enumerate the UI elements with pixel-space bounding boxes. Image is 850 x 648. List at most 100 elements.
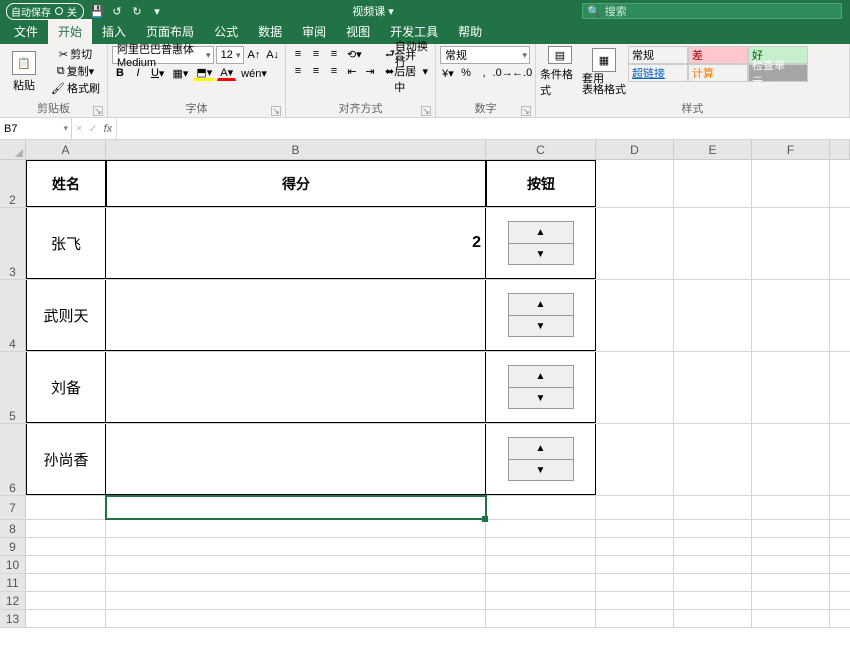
spin-control[interactable]: ▲▼	[508, 293, 574, 337]
cell[interactable]	[752, 520, 830, 537]
col-header[interactable]: B	[106, 140, 486, 159]
menu-tab-帮助[interactable]: 帮助	[448, 19, 492, 44]
cell[interactable]	[752, 352, 830, 423]
cell[interactable]	[752, 424, 830, 495]
col-header[interactable]: A	[26, 140, 106, 159]
cell[interactable]	[674, 538, 752, 555]
cell[interactable]	[674, 280, 752, 351]
font-size-combo[interactable]: 12	[216, 46, 244, 64]
selected-cell[interactable]	[106, 496, 486, 519]
percent-button[interactable]: %	[458, 65, 474, 81]
search-box[interactable]: 🔍 搜索	[582, 3, 842, 19]
decrease-font-button[interactable]: A↓	[264, 47, 281, 63]
cell[interactable]	[674, 424, 752, 495]
worksheet-grid[interactable]: A B C D E F 2 姓名 得分 按钮 3张飞2▲▼4武则天▲▼5刘备▲▼…	[0, 140, 850, 648]
cell[interactable]	[26, 574, 106, 591]
row-header[interactable]: 4	[0, 280, 26, 351]
fx-icon[interactable]: fx	[104, 123, 113, 135]
font-name-combo[interactable]: 阿里巴巴普惠体 Medium	[112, 46, 214, 64]
cell[interactable]	[26, 538, 106, 555]
cell[interactable]	[596, 424, 674, 495]
cell[interactable]	[26, 592, 106, 609]
cell[interactable]	[674, 208, 752, 279]
cell[interactable]	[486, 556, 596, 573]
cell[interactable]	[596, 496, 674, 519]
dialog-launcher-icon[interactable]: ↘	[521, 106, 531, 116]
cell[interactable]	[486, 496, 596, 519]
cell-score[interactable]: 2	[106, 208, 486, 279]
row-header[interactable]: 7	[0, 496, 26, 519]
dialog-launcher-icon[interactable]: ↘	[93, 106, 103, 116]
cell-name[interactable]: 武则天	[26, 280, 106, 351]
cell-name[interactable]: 刘备	[26, 352, 106, 423]
cell[interactable]	[596, 160, 674, 207]
col-header[interactable]: E	[674, 140, 752, 159]
format-painter-button[interactable]: 🖌 格式刷	[48, 80, 103, 96]
cell[interactable]	[674, 496, 752, 519]
select-all-corner[interactable]	[0, 140, 26, 159]
cell[interactable]	[752, 556, 830, 573]
spin-up-button[interactable]: ▲	[508, 437, 574, 459]
autosave-toggle[interactable]: 自动保存 关	[6, 3, 84, 20]
font-color-button[interactable]: A▾	[217, 65, 236, 81]
row-header[interactable]: 3	[0, 208, 26, 279]
cell[interactable]	[596, 538, 674, 555]
cell[interactable]	[674, 556, 752, 573]
increase-font-button[interactable]: A↑	[246, 47, 263, 63]
qat-more-icon[interactable]: ▾	[150, 4, 164, 18]
align-bottom-button[interactable]: ≡	[326, 46, 342, 62]
align-center-button[interactable]: ≡	[308, 63, 324, 79]
menu-tab-开始[interactable]: 开始	[48, 19, 92, 44]
row-header[interactable]: 2	[0, 160, 26, 207]
cell-button[interactable]: ▲▼	[486, 208, 596, 279]
align-left-button[interactable]: ≡	[290, 63, 306, 79]
cell[interactable]	[674, 352, 752, 423]
orientation-button[interactable]: ⟲▾	[344, 46, 365, 62]
cell[interactable]	[752, 538, 830, 555]
copy-button[interactable]: ⧉ 复制 ▾	[48, 63, 103, 79]
cell-name[interactable]: 张飞	[26, 208, 106, 279]
phonetic-button[interactable]: wén▾	[238, 65, 270, 81]
cell-button[interactable]: ▲▼	[486, 424, 596, 495]
cell[interactable]	[752, 496, 830, 519]
style-normal[interactable]: 常规	[628, 46, 688, 64]
spin-control[interactable]: ▲▼	[508, 221, 574, 265]
redo-icon[interactable]: ↻	[130, 4, 144, 18]
cell[interactable]	[674, 574, 752, 591]
align-middle-button[interactable]: ≡	[308, 46, 324, 62]
col-header[interactable]	[830, 140, 850, 159]
cell[interactable]	[106, 556, 486, 573]
cell[interactable]	[752, 208, 830, 279]
paste-button[interactable]: 📋 粘贴	[4, 46, 44, 98]
cell[interactable]	[486, 520, 596, 537]
cell[interactable]	[674, 160, 752, 207]
cell[interactable]	[106, 574, 486, 591]
dialog-launcher-icon[interactable]: ↘	[421, 106, 431, 116]
row-header[interactable]: 5	[0, 352, 26, 423]
style-check[interactable]: 检查单元…	[748, 64, 808, 82]
cell[interactable]: 得分	[106, 160, 486, 207]
enter-formula-icon[interactable]: ✓	[88, 122, 97, 135]
cell[interactable]	[26, 610, 106, 627]
menu-tab-审阅[interactable]: 审阅	[292, 19, 336, 44]
row-header[interactable]: 13	[0, 610, 26, 627]
cut-button[interactable]: ✂ 剪切	[48, 46, 103, 62]
spin-up-button[interactable]: ▲	[508, 293, 574, 315]
cell[interactable]	[596, 280, 674, 351]
spin-down-button[interactable]: ▼	[508, 315, 574, 337]
cell-score[interactable]	[106, 280, 486, 351]
row-header[interactable]: 9	[0, 538, 26, 555]
dialog-launcher-icon[interactable]: ↘	[271, 106, 281, 116]
menu-tab-数据[interactable]: 数据	[248, 19, 292, 44]
cell[interactable]	[596, 592, 674, 609]
cell[interactable]	[486, 538, 596, 555]
row-header[interactable]: 6	[0, 424, 26, 495]
cell[interactable]	[106, 520, 486, 537]
cell[interactable]: 按钮	[486, 160, 596, 207]
cell[interactable]	[106, 610, 486, 627]
col-header[interactable]: F	[752, 140, 830, 159]
cell-score[interactable]	[106, 424, 486, 495]
undo-icon[interactable]: ↺	[110, 4, 124, 18]
menu-tab-公式[interactable]: 公式	[204, 19, 248, 44]
cell[interactable]	[596, 352, 674, 423]
